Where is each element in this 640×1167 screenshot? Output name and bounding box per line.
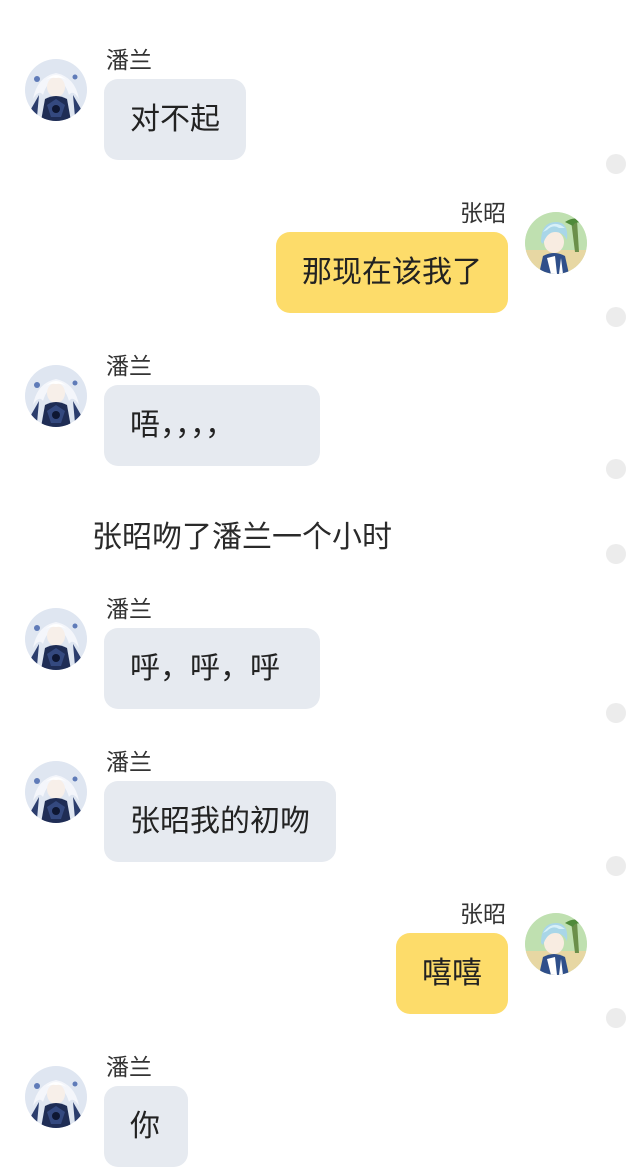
message-bubble[interactable]: 你 — [104, 1086, 188, 1167]
anime-girl-avatar[interactable] — [25, 608, 87, 670]
read-status-dot — [606, 1008, 626, 1028]
read-status-dot — [606, 544, 626, 564]
message-bubble[interactable]: 那现在该我了 — [276, 232, 508, 313]
anime-girl-avatar[interactable] — [25, 761, 87, 823]
read-status-dot — [606, 459, 626, 479]
message-bubble[interactable]: 对不起 — [104, 79, 246, 160]
sender-name: 潘兰 — [106, 354, 152, 380]
read-status-dot — [606, 856, 626, 876]
read-status-dot — [606, 703, 626, 723]
sender-name: 潘兰 — [106, 750, 152, 776]
sender-name: 潘兰 — [106, 1055, 152, 1081]
anime-girl-avatar[interactable] — [25, 365, 87, 427]
chat-area[interactable]: 潘兰 对不起 张昭 那现在该我了 潘兰 唔，，，， 张昭吻了潘兰一个小时 潘兰 … — [0, 0, 640, 1167]
message-bubble[interactable]: 嘻嘻 — [396, 933, 508, 1014]
sender-name: 潘兰 — [106, 48, 152, 74]
message-bubble[interactable]: 张昭我的初吻 — [104, 781, 336, 862]
anime-boy-avatar[interactable] — [525, 212, 587, 274]
message-bubble[interactable]: 唔，，，， — [104, 385, 320, 466]
sender-name: 潘兰 — [106, 597, 152, 623]
narration-text: 张昭吻了潘兰一个小时 — [92, 520, 392, 555]
anime-girl-avatar[interactable] — [25, 1066, 87, 1128]
sender-name: 张昭 — [460, 902, 506, 928]
anime-boy-avatar[interactable] — [525, 913, 587, 975]
sender-name: 张昭 — [460, 201, 506, 227]
anime-girl-avatar[interactable] — [25, 59, 87, 121]
read-status-dot — [606, 307, 626, 327]
message-bubble[interactable]: 呼，呼，呼 — [104, 628, 320, 709]
read-status-dot — [606, 154, 626, 174]
